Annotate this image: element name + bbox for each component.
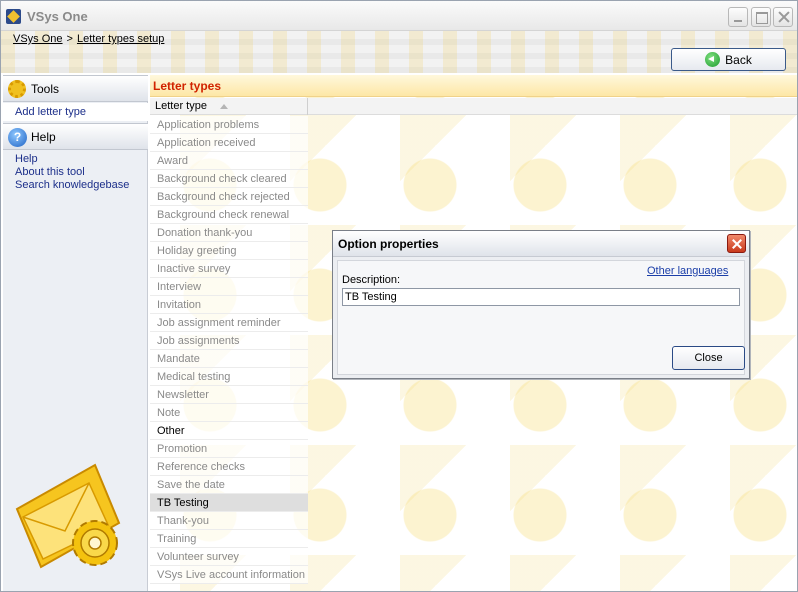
tools-gear-icon (8, 80, 26, 98)
section-title: Letter types (150, 75, 797, 97)
list-item[interactable]: VSys Live account information (150, 566, 308, 584)
sidebar-tools-header[interactable]: Tools (3, 75, 148, 102)
option-properties-dialog: Option properties Other languages Descri… (332, 230, 750, 379)
dialog-close-icon[interactable] (727, 234, 746, 253)
title-bar[interactable]: VSys One (1, 1, 797, 31)
breadcrumb-separator: > (66, 33, 73, 45)
list-item[interactable]: Promotion (150, 440, 308, 458)
app-logo-icon (6, 9, 21, 24)
list-item[interactable]: Background check cleared (150, 170, 308, 188)
minimize-icon[interactable] (728, 7, 748, 27)
close-button[interactable]: Close (672, 346, 745, 370)
back-button[interactable]: Back (671, 48, 786, 71)
list-item[interactable]: Medical testing (150, 368, 308, 386)
list-item[interactable]: Inactive survey (150, 260, 308, 278)
list-item[interactable]: Volunteer survey (150, 548, 308, 566)
sidebar-item-help[interactable]: Help (15, 153, 38, 165)
breadcrumb: VSys One > Letter types setup (13, 33, 164, 45)
list-item[interactable]: Donation thank-you (150, 224, 308, 242)
list-item[interactable]: Training (150, 530, 308, 548)
list-item[interactable]: Mandate (150, 350, 308, 368)
list-item[interactable]: Reference checks (150, 458, 308, 476)
sort-ascending-icon (220, 104, 228, 109)
sidebar: Tools Add letter type ? Help Help About … (3, 75, 148, 591)
list-item[interactable]: Note (150, 404, 308, 422)
list-item[interactable]: Save the date (150, 476, 308, 494)
sidebar-help-header[interactable]: ? Help (3, 123, 148, 150)
column-header-label: Letter type (155, 100, 207, 112)
letter-type-list: Application problems Application receive… (150, 116, 308, 584)
list-item[interactable]: Newsletter (150, 386, 308, 404)
list-item[interactable]: Invitation (150, 296, 308, 314)
back-arrow-icon (705, 52, 721, 67)
list-item[interactable]: Application received (150, 134, 308, 152)
list-item-selected[interactable]: TB Testing (150, 494, 308, 512)
list-item[interactable]: Thank-you (150, 512, 308, 530)
sidebar-help-title: Help (31, 129, 56, 144)
list-column-header-row: Letter type (150, 98, 797, 115)
help-question-icon: ? (8, 128, 27, 147)
back-button-label: Back (725, 52, 752, 67)
breadcrumb-home-link[interactable]: VSys One (13, 33, 63, 45)
list-item[interactable]: Holiday greeting (150, 242, 308, 260)
dialog-title: Option properties (338, 237, 439, 251)
sidebar-item-add-letter-type[interactable]: Add letter type (3, 103, 148, 121)
window-title: VSys One (27, 9, 88, 24)
list-item[interactable]: Award (150, 152, 308, 170)
description-label: Description: (342, 274, 401, 286)
list-item[interactable]: Interview (150, 278, 308, 296)
close-window-icon[interactable] (773, 7, 793, 27)
app-window: VSys One VSys One > Letter types setup Bac… (0, 0, 798, 592)
list-item[interactable]: Job assignment reminder (150, 314, 308, 332)
dialog-title-bar[interactable]: Option properties (333, 231, 749, 257)
list-item[interactable]: Other (150, 422, 308, 440)
sidebar-item-about[interactable]: About this tool (15, 166, 85, 178)
other-languages-link[interactable]: Other languages (647, 265, 728, 277)
page-header: VSys One > Letter types setup Back (1, 31, 797, 73)
list-item[interactable]: Background check rejected (150, 188, 308, 206)
list-item[interactable]: Application problems (150, 116, 308, 134)
maximize-icon[interactable] (751, 7, 771, 27)
dialog-body: Other languages Description: Close (337, 260, 745, 375)
description-input[interactable] (342, 288, 740, 306)
breadcrumb-current-link[interactable]: Letter types setup (77, 33, 164, 45)
sidebar-item-search-knowledgebase[interactable]: Search knowledgebase (15, 179, 129, 191)
letter-gear-illustration-icon (15, 463, 121, 569)
sidebar-tools-title: Tools (31, 81, 60, 96)
column-header-letter-type[interactable]: Letter type (150, 98, 308, 115)
list-item[interactable]: Background check renewal (150, 206, 308, 224)
list-item[interactable]: Job assignments (150, 332, 308, 350)
